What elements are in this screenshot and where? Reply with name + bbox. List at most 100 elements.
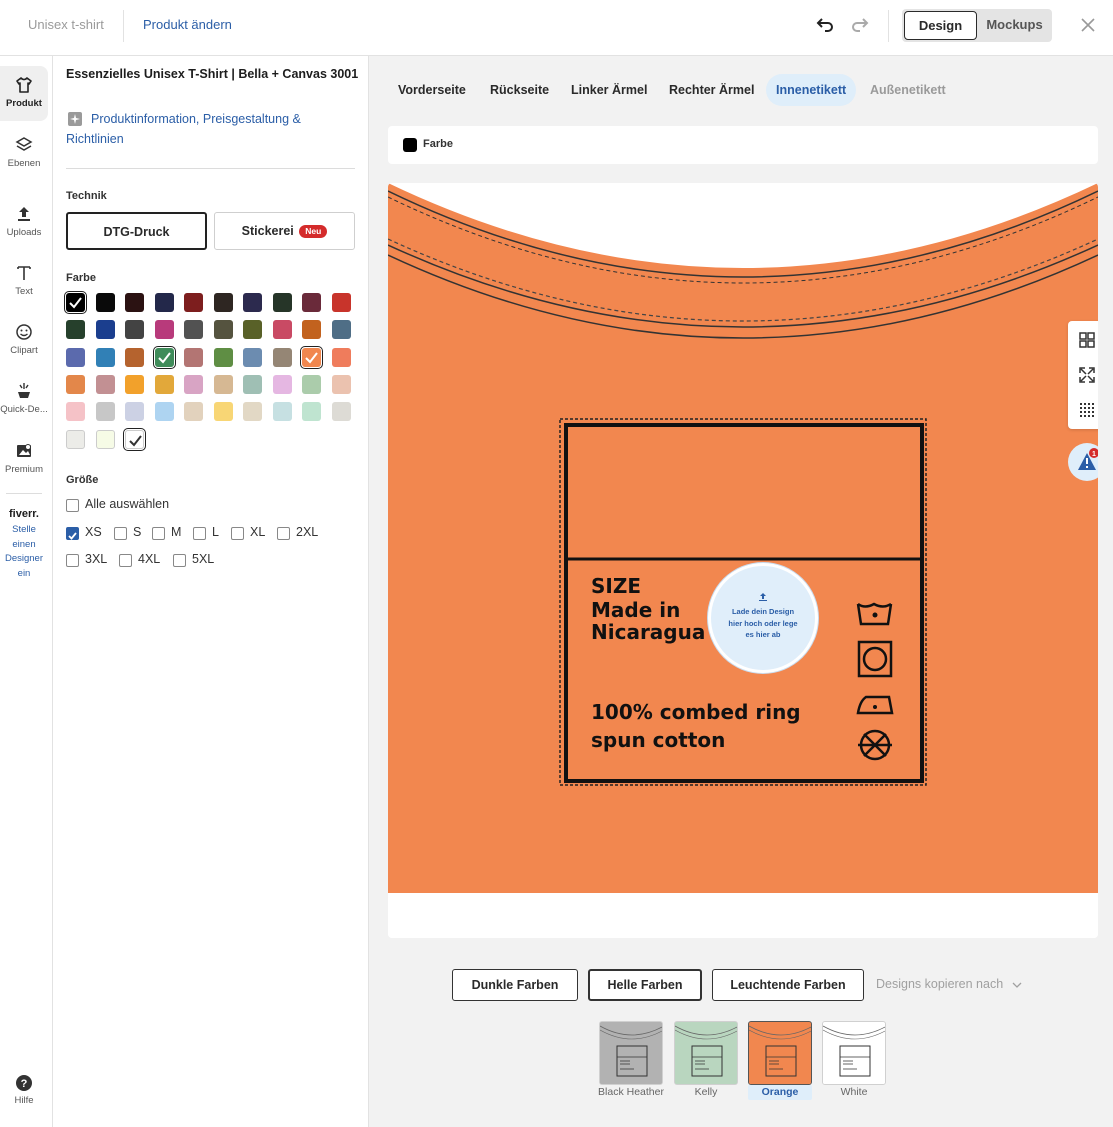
color-thumbnail[interactable] bbox=[748, 1021, 812, 1085]
rail-item-clipart[interactable]: Clipart bbox=[0, 323, 48, 356]
size-checkbox-3xl[interactable] bbox=[66, 554, 79, 567]
color-swatch[interactable] bbox=[95, 347, 115, 367]
rail-item-produkt[interactable]: Produkt bbox=[0, 66, 48, 121]
color-thumbnail[interactable] bbox=[822, 1021, 886, 1085]
color-swatch[interactable] bbox=[95, 429, 115, 449]
rail-item-quick-designs[interactable]: Quick-De... bbox=[0, 382, 48, 415]
color-swatch[interactable] bbox=[213, 347, 233, 367]
color-swatch[interactable] bbox=[154, 402, 174, 422]
canvas[interactable]: SIZE Made in Nicaragua 100% combed ring … bbox=[388, 183, 1098, 938]
close-icon[interactable] bbox=[1079, 16, 1097, 34]
color-swatch[interactable] bbox=[272, 374, 292, 394]
size-checkbox-5xl[interactable] bbox=[173, 554, 186, 567]
color-swatch[interactable] bbox=[331, 402, 351, 422]
color-swatch[interactable] bbox=[95, 320, 115, 340]
grid-dots-icon[interactable] bbox=[1078, 401, 1096, 419]
light-colors-button[interactable]: Helle Farben bbox=[588, 969, 702, 1001]
color-swatch[interactable] bbox=[184, 320, 203, 340]
tab-innenetikett[interactable]: Innenetikett bbox=[766, 74, 857, 106]
color-swatch[interactable] bbox=[66, 320, 85, 340]
redo-icon[interactable] bbox=[849, 14, 871, 36]
product-info-link[interactable]: Produktinformation, Preisgestaltung & Ri… bbox=[66, 109, 326, 149]
color-swatch[interactable] bbox=[272, 402, 292, 422]
tab-aussenetikett[interactable]: Außenetikett bbox=[870, 74, 946, 106]
color-swatch[interactable] bbox=[243, 293, 262, 312]
rail-item-premium[interactable]: Premium bbox=[0, 442, 48, 475]
copy-designs-dropdown[interactable]: Designs kopieren nach bbox=[876, 977, 1022, 991]
color-swatch[interactable] bbox=[243, 320, 262, 340]
warning-button[interactable]: 1 bbox=[1068, 443, 1098, 481]
rail-item-uploads[interactable]: Uploads bbox=[0, 205, 48, 238]
rail-item-ebenen[interactable]: Ebenen bbox=[0, 136, 48, 169]
color-swatch[interactable] bbox=[63, 290, 88, 315]
expand-icon[interactable] bbox=[1078, 366, 1096, 384]
color-swatch[interactable] bbox=[122, 427, 147, 451]
color-swatch[interactable] bbox=[272, 320, 292, 340]
color-swatch[interactable] bbox=[66, 402, 85, 422]
bright-colors-button[interactable]: Leuchtende Farben bbox=[712, 969, 864, 1001]
color-swatch[interactable] bbox=[95, 293, 115, 312]
color-swatch[interactable] bbox=[331, 320, 351, 340]
color-swatch[interactable] bbox=[95, 374, 115, 394]
color-swatch[interactable] bbox=[302, 320, 321, 340]
color-swatch[interactable] bbox=[66, 347, 85, 367]
undo-icon[interactable] bbox=[814, 14, 836, 36]
color-swatch[interactable] bbox=[302, 402, 321, 422]
color-swatch[interactable] bbox=[331, 374, 351, 394]
technique-dtg-button[interactable]: DTG-Druck bbox=[66, 212, 207, 250]
color-swatch[interactable] bbox=[213, 320, 233, 340]
color-swatch[interactable] bbox=[154, 293, 174, 312]
color-swatch[interactable] bbox=[272, 347, 292, 367]
color-swatch[interactable] bbox=[213, 293, 233, 312]
color-swatch[interactable] bbox=[154, 374, 174, 394]
size-checkbox-xl[interactable] bbox=[231, 527, 244, 540]
design-tab[interactable]: Design bbox=[904, 11, 977, 40]
color-swatch[interactable] bbox=[125, 347, 144, 367]
color-swatch[interactable] bbox=[95, 402, 115, 422]
size-checkbox-m[interactable] bbox=[152, 527, 165, 540]
size-checkbox-4xl[interactable] bbox=[119, 554, 132, 567]
color-swatch[interactable] bbox=[302, 374, 321, 394]
color-swatch[interactable] bbox=[331, 347, 351, 367]
select-all-checkbox[interactable] bbox=[66, 499, 79, 512]
color-swatch[interactable] bbox=[184, 347, 203, 367]
size-checkbox-s[interactable] bbox=[114, 527, 127, 540]
tab-vorderseite[interactable]: Vorderseite bbox=[398, 74, 466, 106]
fiverr-promo[interactable]: fiverr. Stelle einen Designer ein bbox=[0, 508, 48, 581]
color-swatch[interactable] bbox=[66, 429, 85, 449]
color-swatch[interactable] bbox=[152, 345, 176, 370]
change-product-link[interactable]: Produkt ändern bbox=[143, 17, 232, 32]
color-swatch[interactable] bbox=[154, 320, 174, 340]
technique-embroidery-button[interactable]: Stickerei Neu bbox=[214, 212, 355, 250]
upload-drop-zone[interactable]: Lade dein Design hier hoch oder lege es … bbox=[708, 563, 818, 673]
color-swatch[interactable] bbox=[184, 402, 203, 422]
color-swatch[interactable] bbox=[302, 293, 321, 312]
color-swatch[interactable] bbox=[331, 293, 351, 312]
color-swatch[interactable] bbox=[299, 345, 324, 370]
help-button[interactable]: ? Hilfe bbox=[0, 1074, 48, 1106]
size-checkbox-l[interactable] bbox=[193, 527, 206, 540]
tab-rechter-aermel[interactable]: Rechter Ärmel bbox=[669, 74, 754, 106]
color-swatch[interactable] bbox=[125, 293, 144, 312]
color-swatch[interactable] bbox=[243, 402, 262, 422]
color-swatch[interactable] bbox=[184, 293, 203, 312]
align-grid-icon[interactable] bbox=[1078, 331, 1096, 349]
tab-rueckseite[interactable]: Rückseite bbox=[490, 74, 549, 106]
size-checkbox-xs[interactable] bbox=[66, 527, 79, 540]
color-swatch[interactable] bbox=[213, 402, 233, 422]
color-bar[interactable]: Farbe bbox=[388, 126, 1098, 164]
color-thumbnail[interactable] bbox=[674, 1021, 738, 1085]
color-swatch[interactable] bbox=[125, 402, 144, 422]
tab-linker-aermel[interactable]: Linker Ärmel bbox=[571, 74, 647, 106]
dark-colors-button[interactable]: Dunkle Farben bbox=[452, 969, 578, 1001]
color-swatch[interactable] bbox=[66, 374, 85, 394]
color-swatch[interactable] bbox=[272, 293, 292, 312]
color-thumbnail[interactable] bbox=[599, 1021, 663, 1085]
color-swatch[interactable] bbox=[243, 347, 262, 367]
color-swatch[interactable] bbox=[184, 374, 203, 394]
size-checkbox-2xl[interactable] bbox=[277, 527, 290, 540]
rail-item-text[interactable]: Text bbox=[0, 264, 48, 297]
color-swatch[interactable] bbox=[125, 374, 144, 394]
color-swatch[interactable] bbox=[125, 320, 144, 340]
color-swatch[interactable] bbox=[243, 374, 262, 394]
